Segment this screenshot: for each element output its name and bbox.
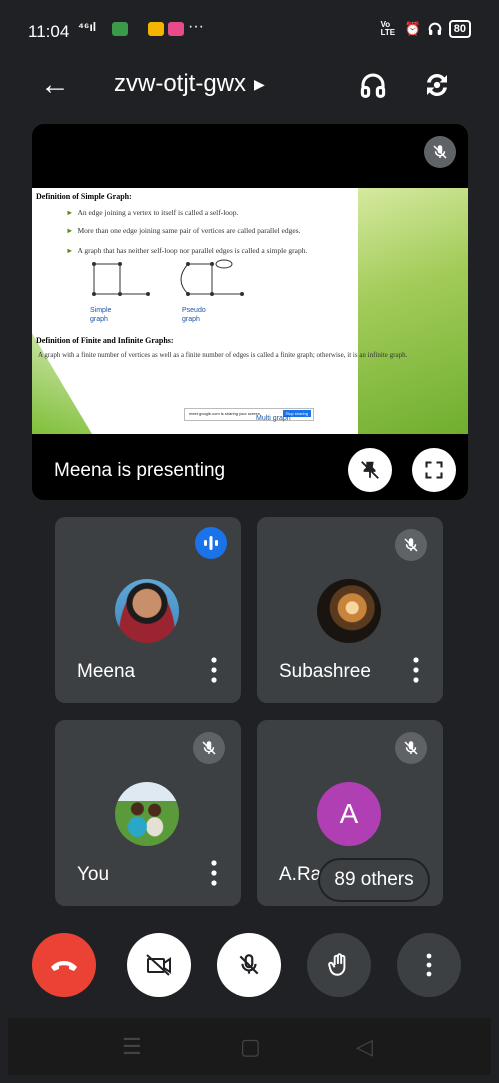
volte-icon: Vo LTE [380,20,396,37]
caption-pseudo-graph: Pseudo graph [182,307,206,323]
avatar-initial: A [339,798,359,829]
slide-heading-finite-graph: Definition of Finite and Infinite Graphs… [36,336,174,345]
phone-screen: 11:04 ⁴⁶ıl ··· Vo LTE ⏰ 80 ← zvw-otjt-gw… [8,8,491,1075]
slide-bullet-text: An edge joining a vertex to itself is ca… [77,208,239,217]
bullet-arrow-icon: ► [66,226,74,235]
presenter-label: Meena is presenting [54,460,226,481]
participant-name: Subashree [279,661,371,682]
avatar [317,579,381,643]
status-bar: 11:04 ⁴⁶ıl ··· Vo LTE ⏰ 80 [8,8,491,52]
status-time: 11:04 [28,22,70,41]
back-nav-icon[interactable]: ◁ [356,1034,373,1060]
more-options-button[interactable] [397,933,461,997]
raise-hand-button[interactable] [307,933,371,997]
participant-tile[interactable]: Subashree [257,517,443,703]
slide-bullet-text: More than one edge joining same pair of … [77,226,301,235]
shared-slide: Definition of Simple Graph: ► An edge joi… [32,188,468,434]
meeting-code-button[interactable]: zvw-otjt-gwx ▶ [114,70,265,98]
bullet-arrow-icon: ► [66,208,74,217]
presentation-tile[interactable]: Definition of Simple Graph: ► An edge joi… [32,124,468,500]
caption-multi-graph: Multi graph [256,415,291,422]
headset-status-icon [428,22,442,35]
unpin-icon [361,461,379,479]
slide-decoration-left [32,333,92,434]
switch-camera-icon[interactable] [422,70,452,100]
recents-icon[interactable]: ☰ [122,1034,142,1060]
initial-avatar: A [317,782,381,846]
battery-icon: 80 [448,20,471,38]
signal-icon: ⁴⁶ıl [78,20,97,34]
system-nav-bar: ☰ ▢ ◁ [8,1018,491,1075]
participant-name: You [77,864,110,885]
caption-simple-graph: Simple graph [90,307,112,323]
mic-off-icon [239,954,259,975]
muted-badge [395,732,427,764]
slide-bullet: ► An edge joining a vertex to itself is c… [66,208,238,217]
mic-off-button[interactable] [217,933,281,997]
slide-body-text: A graph with a finite number of vertices… [38,351,408,359]
more-options-icon[interactable] [413,657,419,683]
muted-badge [395,529,427,561]
unpin-button[interactable] [348,448,392,492]
status-right: Vo LTE ⏰ 80 [381,20,471,38]
back-arrow-icon[interactable]: ← [40,70,70,100]
slide-bullet: ► More than one edge joining same pair of… [66,226,300,235]
meeting-code: zvw-otjt-gwx [114,70,247,97]
app-notification-icon [168,22,184,36]
participant-tile[interactable]: Meena [55,517,241,703]
fullscreen-icon [425,461,443,479]
camera-off-button[interactable] [127,933,191,997]
home-icon[interactable]: ▢ [240,1034,261,1060]
participant-name: Meena [77,661,136,682]
participant-tile[interactable]: You [55,720,241,906]
toast-text: meet.google.com is sharing your screen. [189,411,262,416]
slide-bullet: ► A graph that has neither self-loop nor … [66,246,307,255]
bullet-arrow-icon: ► [66,246,74,255]
participant-name: A.Ra [279,864,322,885]
mic-off-icon [433,145,447,159]
end-call-icon [51,961,77,971]
slide-heading-simple-graph: Definition of Simple Graph: [36,192,132,201]
slide-bullet-text: A graph that has neither self-loop nor p… [77,246,308,255]
meeting-top-bar: ← zvw-otjt-gwx ▶ [8,60,491,110]
audio-bars-icon [204,536,218,550]
graph-figures [92,259,244,296]
avatar [115,782,179,846]
mic-off-icon [404,741,418,755]
speaking-indicator [195,527,227,559]
gallery-notification-icon [112,22,128,36]
more-options-icon[interactable] [211,860,217,886]
fullscreen-button[interactable] [412,448,456,492]
hand-icon [328,953,346,976]
presentation-muted-badge [424,136,456,168]
audio-output-icon[interactable] [358,70,388,100]
mic-off-icon [404,538,418,552]
slide-decoration [358,188,468,434]
others-button[interactable]: 89 others [320,860,428,900]
more-vert-icon [426,953,432,977]
alarm-icon: ⏰ [404,21,421,36]
more-notifications-icon: ··· [188,18,204,35]
chevron-right-icon: ▶ [254,76,265,93]
avatar [115,579,179,643]
muted-badge [193,732,225,764]
photos-notification-icon [148,22,164,36]
video-off-icon [146,954,171,976]
more-options-icon[interactable] [211,657,217,683]
mic-off-icon [202,741,216,755]
end-call-button[interactable] [32,933,96,997]
